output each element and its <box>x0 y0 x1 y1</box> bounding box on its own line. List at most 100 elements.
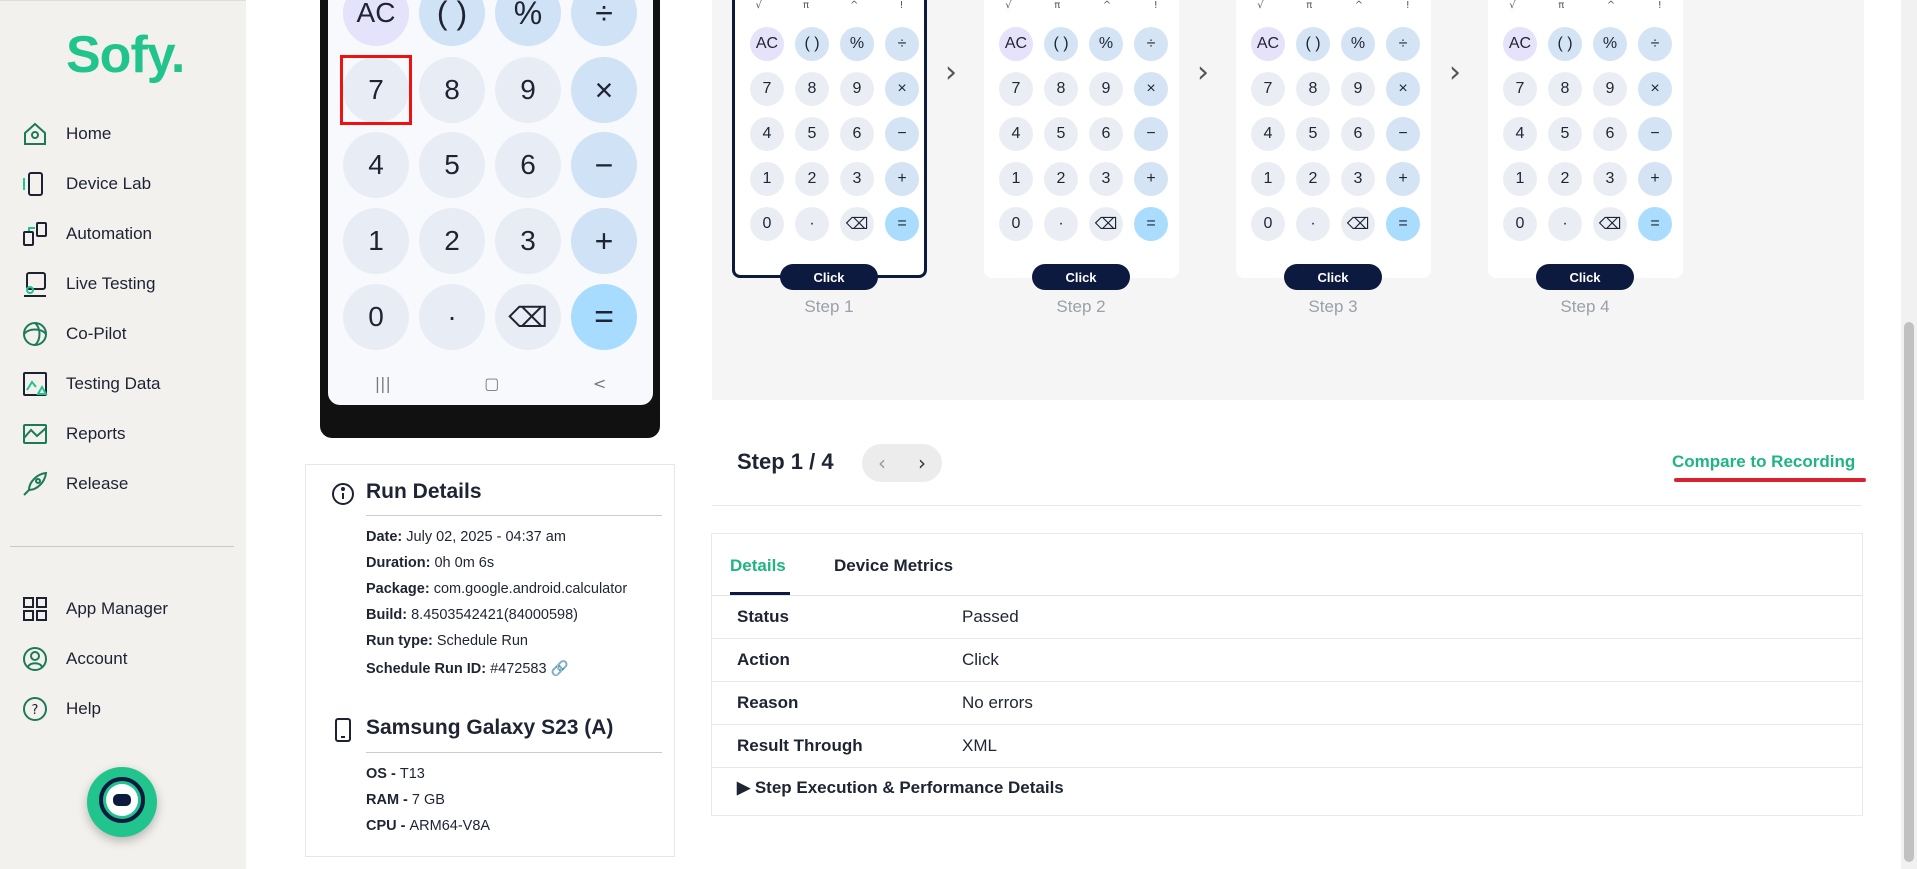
device-cpu-value: ARM64-V8A <box>409 818 491 834</box>
page-scrollbar[interactable] <box>1901 0 1917 869</box>
calc-key-decimal[interactable]: · <box>419 284 485 350</box>
step-thumbnail-2[interactable]: √ π ^! AC ( )% ÷ 7 8 9 × 4 5 6− 1 2 3 +0 · ⌫ = <box>984 0 1179 278</box>
sidebar-item-label: Live Testing <box>66 274 156 293</box>
back-icon[interactable]: < <box>593 374 606 393</box>
sidebar-item-app-manager[interactable]: App Manager <box>20 589 168 629</box>
mini-sci-key: √ <box>1257 0 1264 11</box>
mini-calc-key: 4 <box>999 117 1033 151</box>
sidebar-item-label: Account <box>66 649 128 668</box>
mini-calc-key: ( ) <box>1044 27 1078 61</box>
mini-calc-key: = <box>1386 207 1420 241</box>
calc-key-9[interactable]: 9 <box>495 57 561 123</box>
sidebar-item-label: Help <box>66 699 101 718</box>
compare-to-recording-link[interactable]: Compare to Recording <box>1672 452 1855 472</box>
device-ram: RAM - 7 GB <box>366 792 445 808</box>
calc-key-multiply[interactable]: × <box>571 57 637 123</box>
link-icon[interactable]: 🔗 <box>551 661 569 677</box>
mini-calc-key: % <box>1089 27 1123 61</box>
sidebar-item-home[interactable]: Home <box>20 114 111 154</box>
calc-key-1[interactable]: 1 <box>343 208 409 274</box>
mini-calc-key: 1 <box>750 162 784 196</box>
calc-key-minus[interactable]: − <box>571 132 637 198</box>
calc-key-3[interactable]: 3 <box>495 208 561 274</box>
calc-key-2[interactable]: 2 <box>419 208 485 274</box>
step-thumbnail-3[interactable]: √ π ^! AC ( )% ÷ 7 8 9 × 4 5 6− 1 2 3 +0 · ⌫ = <box>1236 0 1431 278</box>
detail-key: Result Through <box>737 736 863 755</box>
calc-key-6[interactable]: 6 <box>495 132 561 198</box>
mini-calc-key: 6 <box>1089 117 1123 151</box>
sidebar-item-device-lab[interactable]: Device Lab <box>20 164 151 204</box>
svg-text:?: ? <box>32 703 39 718</box>
sidebar-item-account[interactable]: Account <box>20 639 127 679</box>
chat-assistant-button[interactable] <box>87 767 157 837</box>
run-date-value: July 02, 2025 - 04:37 am <box>406 529 566 545</box>
mini-calc-key: 6 <box>1341 117 1375 151</box>
detail-key: Action <box>737 650 790 669</box>
sidebar-item-live-testing[interactable]: Live Testing <box>20 264 155 304</box>
tab-device-metrics[interactable]: Device Metrics <box>834 556 953 576</box>
detail-row-result-through: Result Through XML <box>712 725 1862 768</box>
recent-apps-icon[interactable]: ||| <box>375 374 391 393</box>
live-testing-icon <box>20 269 50 299</box>
prev-step-icon[interactable]: ‹ <box>878 451 886 475</box>
mini-calc-key: 9 <box>1089 72 1123 106</box>
mini-sci-key: ^ <box>1606 0 1616 11</box>
calc-key-8[interactable]: 8 <box>419 57 485 123</box>
step-pager: ‹ › <box>862 444 942 482</box>
calc-key-plus[interactable]: + <box>571 208 637 274</box>
run-package: Package: com.google.android.calculator <box>366 581 627 597</box>
step-label: Step 2 <box>1056 297 1106 316</box>
sidebar-item-release[interactable]: Release <box>20 464 128 504</box>
mini-sci-key: √ <box>1005 0 1012 11</box>
home-button-icon[interactable]: ▢ <box>484 374 499 393</box>
mini-calc-key: × <box>1638 72 1672 106</box>
sidebar-item-automation[interactable]: Automation <box>20 214 152 254</box>
mini-calc-key: 7 <box>750 72 784 106</box>
mini-scientific-row: √ π ^! <box>984 0 1179 12</box>
mini-calc-key: ÷ <box>885 27 919 61</box>
run-build-value: 8.4503542421(84000598) <box>411 607 579 623</box>
mini-calc-key: 7 <box>1503 72 1537 106</box>
user-icon <box>20 644 50 674</box>
mini-sci-key: π <box>1054 0 1061 11</box>
calc-key-equals[interactable]: = <box>571 284 637 350</box>
step-execution-expander[interactable]: ▶ Step Execution & Performance Details <box>737 778 1064 798</box>
scrollbar-thumb[interactable] <box>1904 322 1914 862</box>
mini-sci-key: ! <box>1657 0 1662 11</box>
mini-calc-key: − <box>885 117 919 151</box>
tab-details[interactable]: Details <box>730 556 786 576</box>
calc-key-4[interactable]: 4 <box>343 132 409 198</box>
mini-calc-key: 5 <box>1044 117 1078 151</box>
calc-key-0[interactable]: 0 <box>343 284 409 350</box>
calc-key-5[interactable]: 5 <box>419 132 485 198</box>
step-thumbnail-1[interactable]: √ π ^! AC ( )% ÷ 7 8 9 × 4 5 6− 1 2 3 +0 · ⌫ = <box>732 0 927 278</box>
mini-calc-key: 6 <box>1593 117 1627 151</box>
sidebar-item-reports[interactable]: Reports <box>20 414 126 454</box>
mini-calc-key: 4 <box>1251 117 1285 151</box>
sidebar-item-testing-data[interactable]: Testing Data <box>20 364 161 404</box>
sofy-logo[interactable]: Sofy. <box>66 25 185 85</box>
calc-key-backspace[interactable]: ⌫ <box>495 284 561 350</box>
mini-calc-key: 9 <box>840 72 874 106</box>
device-cpu-key: CPU - <box>366 818 410 834</box>
device-os: OS - T13 <box>366 766 425 782</box>
schedule-run-id-value[interactable]: #472583 <box>490 661 546 677</box>
mini-calc-key: · <box>1044 207 1078 241</box>
next-step-icon[interactable]: › <box>918 451 926 475</box>
mini-calc-key: ( ) <box>795 27 829 61</box>
mini-calc-key: = <box>885 207 919 241</box>
triangle-right-icon: ▶ <box>737 778 751 797</box>
sidebar-item-help[interactable]: ? Help <box>20 689 101 729</box>
mini-calc-key: − <box>1386 117 1420 151</box>
step-label: Step 4 <box>1560 297 1610 316</box>
rocket-icon <box>20 469 50 499</box>
mini-calc-key: · <box>1296 207 1330 241</box>
detail-value: XML <box>962 736 997 755</box>
step-thumbnail-4[interactable]: √ π ^! AC ( )% ÷ 7 8 9 × 4 5 6− 1 2 3 +0 · ⌫ = <box>1488 0 1683 278</box>
mini-calc-key: × <box>1386 72 1420 106</box>
mini-calc-key: 8 <box>1044 72 1078 106</box>
mini-calc-key: AC <box>750 27 784 61</box>
mini-sci-key: ^ <box>850 0 859 11</box>
detail-row-reason: Reason No errors <box>712 682 1862 725</box>
sidebar-item-copilot[interactable]: Co-Pilot <box>20 314 126 354</box>
